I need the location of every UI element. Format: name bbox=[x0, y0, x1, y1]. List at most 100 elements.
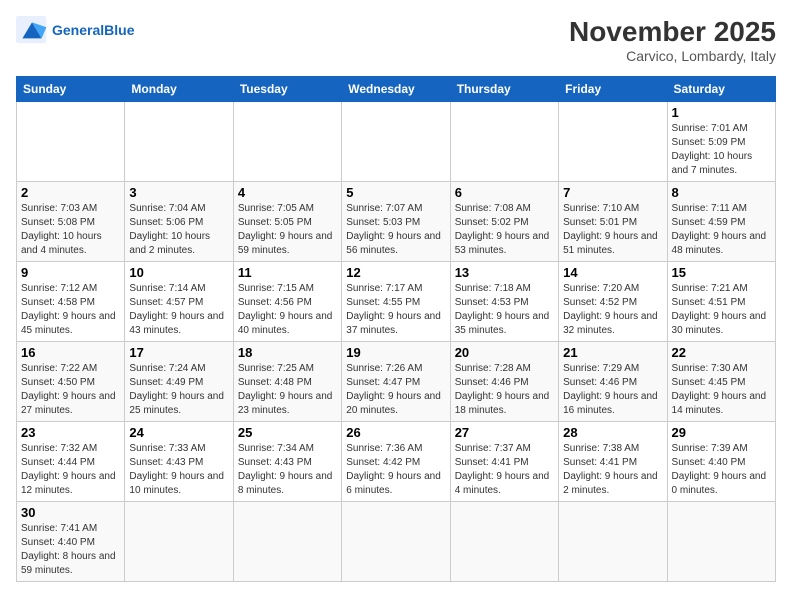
calendar-cell: 24Sunrise: 7:33 AM Sunset: 4:43 PM Dayli… bbox=[125, 422, 233, 502]
day-number: 14 bbox=[563, 265, 662, 280]
day-number: 7 bbox=[563, 185, 662, 200]
logo-general: General bbox=[52, 22, 104, 38]
day-info: Sunrise: 7:03 AM Sunset: 5:08 PM Dayligh… bbox=[21, 202, 120, 258]
calendar-cell: 21 Sunrise: 7:29 AM Sunset: 4:46 PM Dayli… bbox=[559, 342, 667, 422]
calendar-cell bbox=[559, 102, 667, 182]
day-number: 28 bbox=[563, 425, 662, 440]
day-info: Sunrise: 7:26 AM Sunset: 4:47 PM Dayligh… bbox=[346, 362, 445, 418]
calendar-cell bbox=[233, 502, 341, 582]
day-info: Sunrise: 7:38 AM Sunset: 4:41 PM Dayligh… bbox=[563, 442, 662, 498]
day-info: Sunrise: 7:22 AM Sunset: 4:50 PM Dayligh… bbox=[21, 362, 120, 418]
calendar-cell: 29 Sunrise: 7:39 AM Sunset: 4:40 PM Dayli… bbox=[667, 422, 775, 502]
day-info: Sunrise: 7:14 AM Sunset: 4:57 PM Dayligh… bbox=[129, 282, 228, 338]
day-number: 2 bbox=[21, 185, 120, 200]
day-info: Sunrise: 7:18 AM Sunset: 4:53 PM Dayligh… bbox=[455, 282, 554, 338]
calendar-cell bbox=[233, 102, 341, 182]
day-number: 12 bbox=[346, 265, 445, 280]
day-info: Sunrise: 7:21 AM Sunset: 4:51 PM Dayligh… bbox=[672, 282, 771, 338]
calendar-cell: 17Sunrise: 7:24 AM Sunset: 4:49 PM Dayli… bbox=[125, 342, 233, 422]
day-info: Sunrise: 7:29 AM Sunset: 4:46 PM Dayligh… bbox=[563, 362, 662, 418]
day-info: Sunrise: 7:36 AM Sunset: 4:42 PM Dayligh… bbox=[346, 442, 445, 498]
day-number: 26 bbox=[346, 425, 445, 440]
day-info: Sunrise: 7:32 AM Sunset: 4:44 PM Dayligh… bbox=[21, 442, 120, 498]
calendar-cell bbox=[342, 102, 450, 182]
calendar-week-row: 16 Sunrise: 7:22 AM Sunset: 4:50 PM Dayli… bbox=[17, 342, 776, 422]
day-info: Sunrise: 7:39 AM Sunset: 4:40 PM Dayligh… bbox=[672, 442, 771, 498]
month-title: November 2025 bbox=[569, 16, 776, 48]
calendar-cell: 22 Sunrise: 7:30 AM Sunset: 4:45 PM Dayli… bbox=[667, 342, 775, 422]
calendar-week-row: 9Sunrise: 7:12 AM Sunset: 4:58 PM Daylig… bbox=[17, 262, 776, 342]
day-number: 11 bbox=[238, 265, 337, 280]
day-info: Sunrise: 7:04 AM Sunset: 5:06 PM Dayligh… bbox=[129, 202, 228, 258]
day-info: Sunrise: 7:08 AM Sunset: 5:02 PM Dayligh… bbox=[455, 202, 554, 258]
day-info: Sunrise: 7:33 AM Sunset: 4:43 PM Dayligh… bbox=[129, 442, 228, 498]
day-info: Sunrise: 7:28 AM Sunset: 4:46 PM Dayligh… bbox=[455, 362, 554, 418]
calendar-week-row: 23Sunrise: 7:32 AM Sunset: 4:44 PM Dayli… bbox=[17, 422, 776, 502]
calendar-cell: 9Sunrise: 7:12 AM Sunset: 4:58 PM Daylig… bbox=[17, 262, 125, 342]
day-info: Sunrise: 7:10 AM Sunset: 5:01 PM Dayligh… bbox=[563, 202, 662, 258]
logo-icon bbox=[16, 16, 48, 44]
calendar-cell: 3 Sunrise: 7:04 AM Sunset: 5:06 PM Daylig… bbox=[125, 182, 233, 262]
day-number: 13 bbox=[455, 265, 554, 280]
page-header: GeneralBlue November 2025 Carvico, Lomba… bbox=[16, 16, 776, 64]
logo: GeneralBlue bbox=[16, 16, 134, 44]
day-number: 6 bbox=[455, 185, 554, 200]
calendar-cell bbox=[125, 502, 233, 582]
calendar-cell: 27 Sunrise: 7:37 AM Sunset: 4:41 PM Dayli… bbox=[450, 422, 558, 502]
day-number: 22 bbox=[672, 345, 771, 360]
day-number: 4 bbox=[238, 185, 337, 200]
calendar-cell: 23Sunrise: 7:32 AM Sunset: 4:44 PM Dayli… bbox=[17, 422, 125, 502]
day-number: 20 bbox=[455, 345, 554, 360]
day-info: Sunrise: 7:25 AM Sunset: 4:48 PM Dayligh… bbox=[238, 362, 337, 418]
calendar-cell bbox=[17, 102, 125, 182]
calendar-cell: 5 Sunrise: 7:07 AM Sunset: 5:03 PM Daylig… bbox=[342, 182, 450, 262]
calendar-cell: 12 Sunrise: 7:17 AM Sunset: 4:55 PM Dayli… bbox=[342, 262, 450, 342]
day-number: 29 bbox=[672, 425, 771, 440]
calendar-cell: 4Sunrise: 7:05 AM Sunset: 5:05 PM Daylig… bbox=[233, 182, 341, 262]
day-info: Sunrise: 7:30 AM Sunset: 4:45 PM Dayligh… bbox=[672, 362, 771, 418]
calendar-cell bbox=[342, 502, 450, 582]
title-area: November 2025 Carvico, Lombardy, Italy bbox=[569, 16, 776, 64]
calendar-header-row: SundayMondayTuesdayWednesdayThursdayFrid… bbox=[17, 77, 776, 102]
day-number: 15 bbox=[672, 265, 771, 280]
calendar-cell: 28 Sunrise: 7:38 AM Sunset: 4:41 PM Dayli… bbox=[559, 422, 667, 502]
day-info: Sunrise: 7:41 AM Sunset: 4:40 PM Dayligh… bbox=[21, 522, 120, 578]
calendar-cell: 2 Sunrise: 7:03 AM Sunset: 5:08 PM Daylig… bbox=[17, 182, 125, 262]
day-number: 19 bbox=[346, 345, 445, 360]
day-number: 27 bbox=[455, 425, 554, 440]
location: Carvico, Lombardy, Italy bbox=[569, 48, 776, 64]
day-info: Sunrise: 7:37 AM Sunset: 4:41 PM Dayligh… bbox=[455, 442, 554, 498]
calendar-cell bbox=[559, 502, 667, 582]
calendar-cell: 20 Sunrise: 7:28 AM Sunset: 4:46 PM Dayli… bbox=[450, 342, 558, 422]
day-number: 21 bbox=[563, 345, 662, 360]
calendar-table: SundayMondayTuesdayWednesdayThursdayFrid… bbox=[16, 76, 776, 582]
day-info: Sunrise: 7:17 AM Sunset: 4:55 PM Dayligh… bbox=[346, 282, 445, 338]
day-number: 5 bbox=[346, 185, 445, 200]
day-info: Sunrise: 7:11 AM Sunset: 4:59 PM Dayligh… bbox=[672, 202, 771, 258]
calendar-cell bbox=[450, 502, 558, 582]
calendar-cell: 14 Sunrise: 7:20 AM Sunset: 4:52 PM Dayli… bbox=[559, 262, 667, 342]
calendar-cell: 8 Sunrise: 7:11 AM Sunset: 4:59 PM Daylig… bbox=[667, 182, 775, 262]
day-info: Sunrise: 7:07 AM Sunset: 5:03 PM Dayligh… bbox=[346, 202, 445, 258]
calendar-cell: 10 Sunrise: 7:14 AM Sunset: 4:57 PM Dayli… bbox=[125, 262, 233, 342]
calendar-cell bbox=[667, 502, 775, 582]
calendar-cell: 18Sunrise: 7:25 AM Sunset: 4:48 PM Dayli… bbox=[233, 342, 341, 422]
calendar-header-monday: Monday bbox=[125, 77, 233, 102]
calendar-header-wednesday: Wednesday bbox=[342, 77, 450, 102]
day-number: 16 bbox=[21, 345, 120, 360]
day-number: 8 bbox=[672, 185, 771, 200]
day-info: Sunrise: 7:20 AM Sunset: 4:52 PM Dayligh… bbox=[563, 282, 662, 338]
day-number: 25 bbox=[238, 425, 337, 440]
day-number: 1 bbox=[672, 105, 771, 120]
day-info: Sunrise: 7:12 AM Sunset: 4:58 PM Dayligh… bbox=[21, 282, 120, 338]
calendar-header-friday: Friday bbox=[559, 77, 667, 102]
day-info: Sunrise: 7:15 AM Sunset: 4:56 PM Dayligh… bbox=[238, 282, 337, 338]
calendar-week-row: 30Sunrise: 7:41 AM Sunset: 4:40 PM Dayli… bbox=[17, 502, 776, 582]
day-number: 10 bbox=[129, 265, 228, 280]
calendar-cell: 26 Sunrise: 7:36 AM Sunset: 4:42 PM Dayli… bbox=[342, 422, 450, 502]
calendar-header-sunday: Sunday bbox=[17, 77, 125, 102]
calendar-cell: 11 Sunrise: 7:15 AM Sunset: 4:56 PM Dayli… bbox=[233, 262, 341, 342]
day-info: Sunrise: 7:01 AM Sunset: 5:09 PM Dayligh… bbox=[672, 122, 771, 178]
calendar-cell: 15 Sunrise: 7:21 AM Sunset: 4:51 PM Dayli… bbox=[667, 262, 775, 342]
day-number: 3 bbox=[129, 185, 228, 200]
